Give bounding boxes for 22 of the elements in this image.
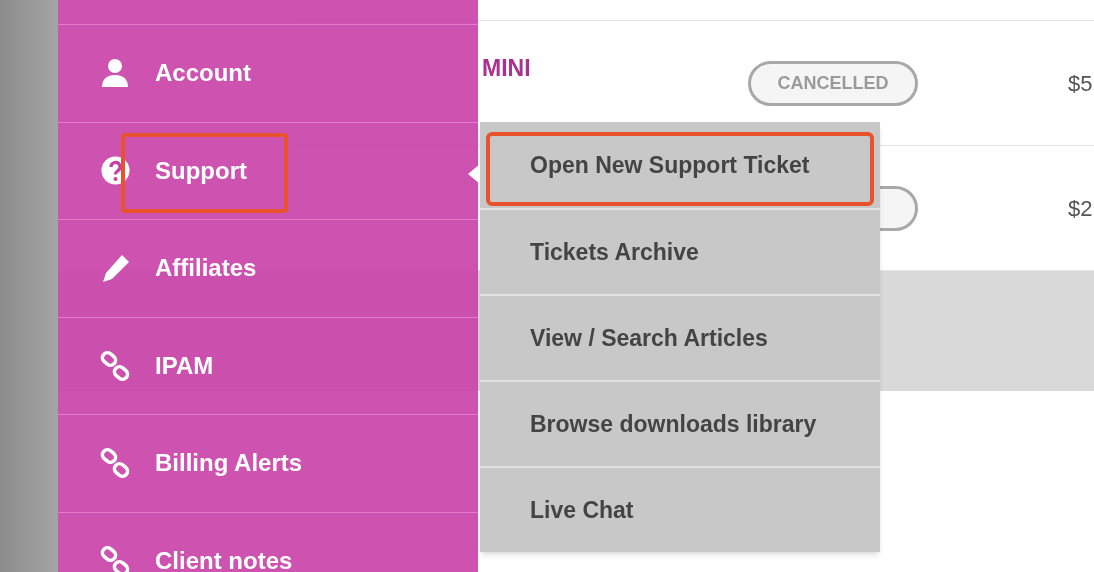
user-icon [101, 58, 129, 89]
price-text: $5 [1068, 69, 1093, 98]
sidebar-item[interactable]: Client notes [58, 511, 478, 572]
product-name-link[interactable]: MINI [482, 51, 531, 86]
sidebar-item[interactable]: Affiliates [58, 219, 478, 317]
menu-pointer-icon [468, 164, 480, 184]
submenu-item[interactable]: Browse downloads library [480, 380, 880, 466]
link-icon [100, 350, 130, 381]
status-badge: CANCELLED [748, 60, 918, 106]
sidebar-item[interactable]: IPAM [58, 316, 478, 414]
submenu-item[interactable]: Live Chat [480, 466, 880, 552]
sidebar-item[interactable]: Account [58, 24, 478, 122]
price-text: $2 [1068, 194, 1093, 223]
pencil-icon [100, 253, 130, 283]
submenu-item[interactable]: Tickets Archive [480, 208, 880, 294]
link-icon [100, 545, 130, 572]
sidebar-item[interactable]: Billing Alerts [58, 414, 478, 512]
submenu-item[interactable]: View / Search Articles [480, 294, 880, 380]
sidebar-item[interactable]: Support [58, 121, 478, 219]
submenu-item[interactable]: Open New Support Ticket [480, 122, 880, 208]
link-icon [100, 448, 130, 479]
question-icon [100, 156, 130, 186]
